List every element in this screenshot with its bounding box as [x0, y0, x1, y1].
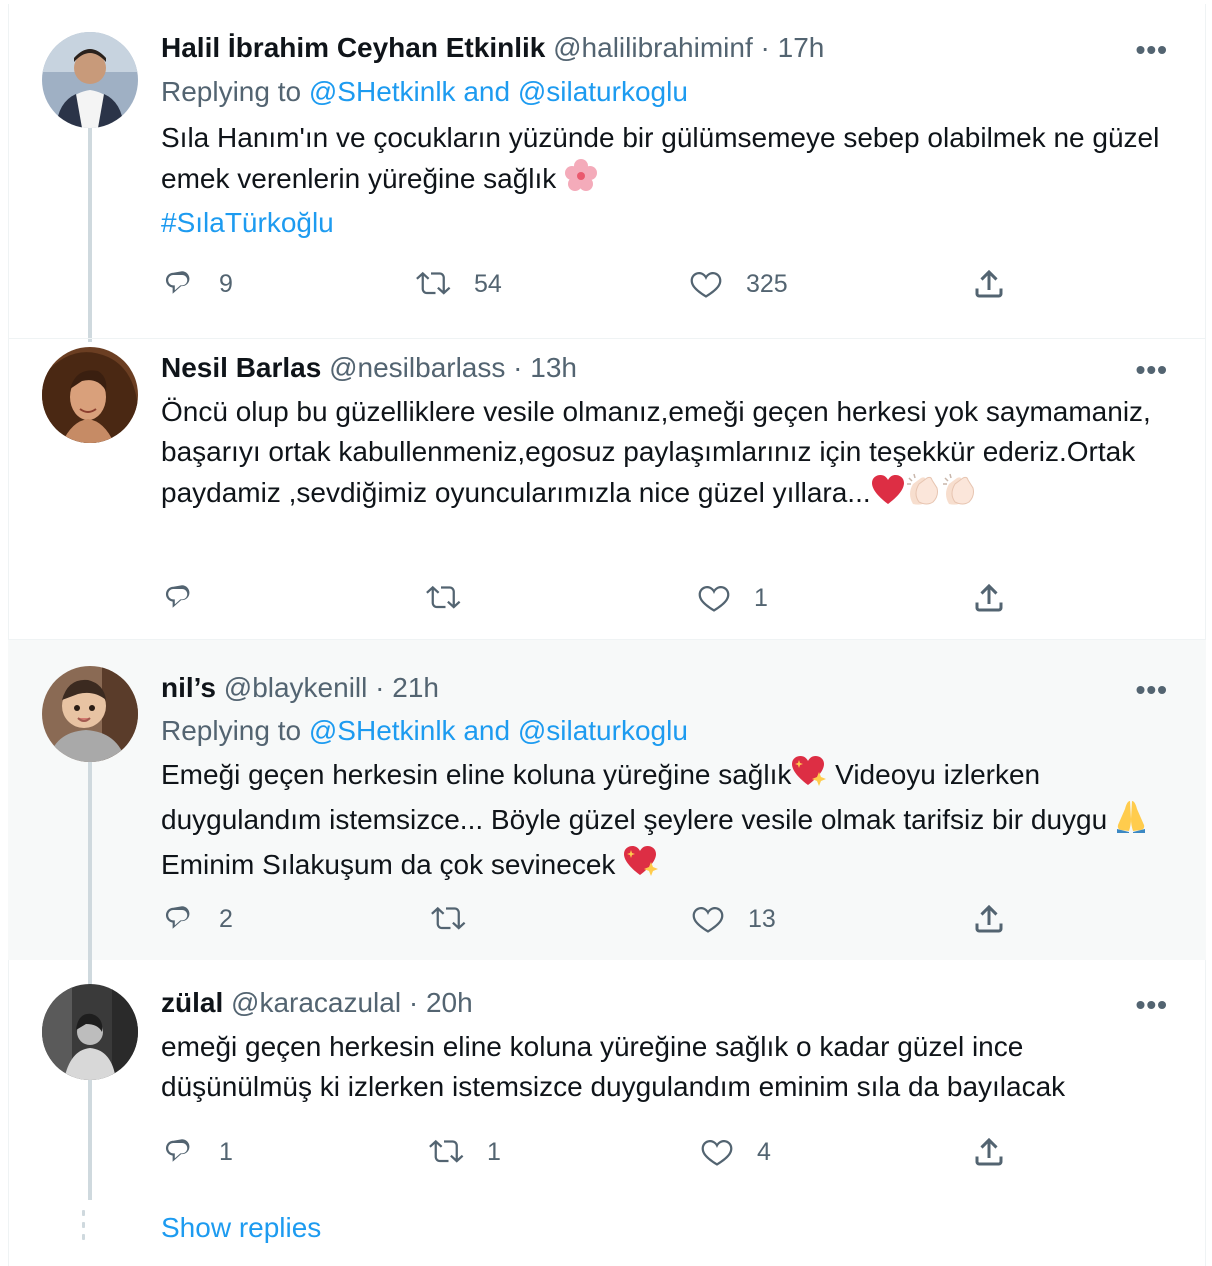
- replying-to-link[interactable]: @SHetkinlk and @silaturkoglu: [309, 715, 688, 746]
- more-icon[interactable]: •••: [1136, 34, 1168, 66]
- reply-button[interactable]: 9: [161, 264, 233, 304]
- action-bar: 1 1 4: [161, 1132, 1021, 1172]
- cherry-blossom-emoji: [564, 158, 598, 203]
- tweet-header: nil’s @blaykenill · 21h: [161, 672, 439, 703]
- avatar[interactable]: [42, 347, 138, 443]
- like-icon: [690, 271, 722, 298]
- retweet-button[interactable]: 1: [429, 1132, 501, 1172]
- clapping-hands-emoji: [941, 472, 977, 517]
- avatar[interactable]: [42, 984, 138, 1080]
- reply-icon: [165, 1139, 190, 1162]
- reply-icon: [165, 906, 190, 929]
- retweet-button[interactable]: 54: [416, 264, 502, 304]
- share-button[interactable]: [971, 264, 1007, 304]
- timestamp[interactable]: 20h: [426, 987, 473, 1018]
- share-button[interactable]: [971, 1132, 1007, 1172]
- share-icon: [975, 904, 1003, 933]
- reply-button[interactable]: [161, 578, 219, 618]
- thread-continuation-dots: [82, 1210, 86, 1246]
- handle[interactable]: @nesilbarlass: [329, 352, 505, 383]
- action-bar: 9 54 325: [161, 264, 1021, 304]
- timestamp[interactable]: 21h: [392, 672, 439, 703]
- like-button[interactable]: 13: [690, 899, 776, 939]
- reply-tweet[interactable]: Nesil Barlas @nesilbarlass · 13h ••• Önc…: [8, 339, 1206, 639]
- tweet-text: Emeği geçen herkesin eline koluna yüreği…: [161, 754, 1171, 889]
- avatar[interactable]: [42, 32, 138, 128]
- more-icon[interactable]: •••: [1136, 674, 1168, 706]
- replying-to: Replying to @SHetkinlk and @silaturkoglu: [161, 76, 688, 107]
- action-bar: 2 13: [161, 899, 1021, 939]
- tweet-text: Sıla Hanım'ın ve çocukların yüzünde bir …: [161, 118, 1171, 243]
- red-heart-emoji: [871, 474, 905, 517]
- retweet-button[interactable]: [431, 899, 489, 939]
- retweet-icon: [429, 1139, 464, 1163]
- handle[interactable]: @karacazulal: [231, 987, 401, 1018]
- share-button[interactable]: [971, 578, 1007, 618]
- action-bar: 1: [161, 578, 1021, 618]
- reply-icon: [165, 271, 190, 294]
- like-icon: [692, 906, 724, 933]
- like-button[interactable]: 325: [688, 264, 788, 304]
- tweet-text: Öncü olup bu güzelliklere vesile olmanız…: [161, 392, 1171, 517]
- retweet-icon: [416, 271, 451, 295]
- display-name[interactable]: Nesil Barlas: [161, 352, 321, 383]
- share-icon: [975, 1137, 1003, 1166]
- handle[interactable]: @blaykenill: [224, 672, 368, 703]
- like-button[interactable]: 4: [699, 1132, 771, 1172]
- thread-line: [88, 960, 92, 974]
- sparkling-heart-emoji: [623, 844, 659, 889]
- reply-tweet[interactable]: Halil İbrahim Ceyhan Etkinlik @halilibra…: [8, 4, 1206, 342]
- timestamp[interactable]: 17h: [778, 32, 825, 63]
- show-replies-link[interactable]: Show replies: [161, 1212, 321, 1244]
- tweet-header: Nesil Barlas @nesilbarlass · 13h: [161, 352, 577, 383]
- reply-button[interactable]: 1: [161, 1132, 233, 1172]
- tweet-text: emeği geçen herkesin eline koluna yüreği…: [161, 1031, 1066, 1102]
- like-icon: [698, 585, 730, 612]
- more-icon[interactable]: •••: [1136, 354, 1168, 386]
- avatar[interactable]: [42, 666, 138, 762]
- reply-tweet[interactable]: zülal @karacazulal · 20h ••• emeği geçen…: [8, 960, 1206, 1200]
- replying-to: Replying to @SHetkinlk and @silaturkoglu: [161, 715, 688, 746]
- more-icon[interactable]: •••: [1136, 989, 1168, 1021]
- display-name[interactable]: zülal: [161, 987, 223, 1018]
- display-name[interactable]: Halil İbrahim Ceyhan Etkinlik: [161, 32, 545, 63]
- thread-line: [88, 1082, 92, 1200]
- tweet-header: Halil İbrahim Ceyhan Etkinlik @halilibra…: [161, 32, 825, 63]
- handle[interactable]: @halilibrahiminf: [553, 32, 753, 63]
- thread-line: [88, 122, 92, 342]
- retweet-icon: [426, 585, 461, 609]
- tweet-header: zülal @karacazulal · 20h: [161, 987, 473, 1018]
- display-name[interactable]: nil’s: [161, 672, 216, 703]
- reply-button[interactable]: 2: [161, 899, 233, 939]
- reply-tweet[interactable]: nil’s @blaykenill · 21h ••• Replying to …: [8, 640, 1206, 1102]
- sparkling-heart-emoji: [791, 754, 827, 799]
- share-icon: [975, 583, 1003, 612]
- reply-icon: [165, 585, 190, 608]
- retweet-icon: [431, 906, 466, 930]
- share-icon: [975, 269, 1003, 298]
- timestamp[interactable]: 13h: [530, 352, 577, 383]
- hashtag-link[interactable]: #SılaTürkoğlu: [161, 203, 1171, 243]
- folded-hands-emoji: [1115, 799, 1147, 844]
- share-button[interactable]: [971, 899, 1007, 939]
- clapping-hands-emoji: [905, 472, 941, 517]
- like-button[interactable]: 1: [696, 578, 768, 618]
- like-icon: [701, 1139, 733, 1166]
- retweet-button[interactable]: [426, 578, 484, 618]
- replying-to-link[interactable]: @SHetkinlk and @silaturkoglu: [309, 76, 688, 107]
